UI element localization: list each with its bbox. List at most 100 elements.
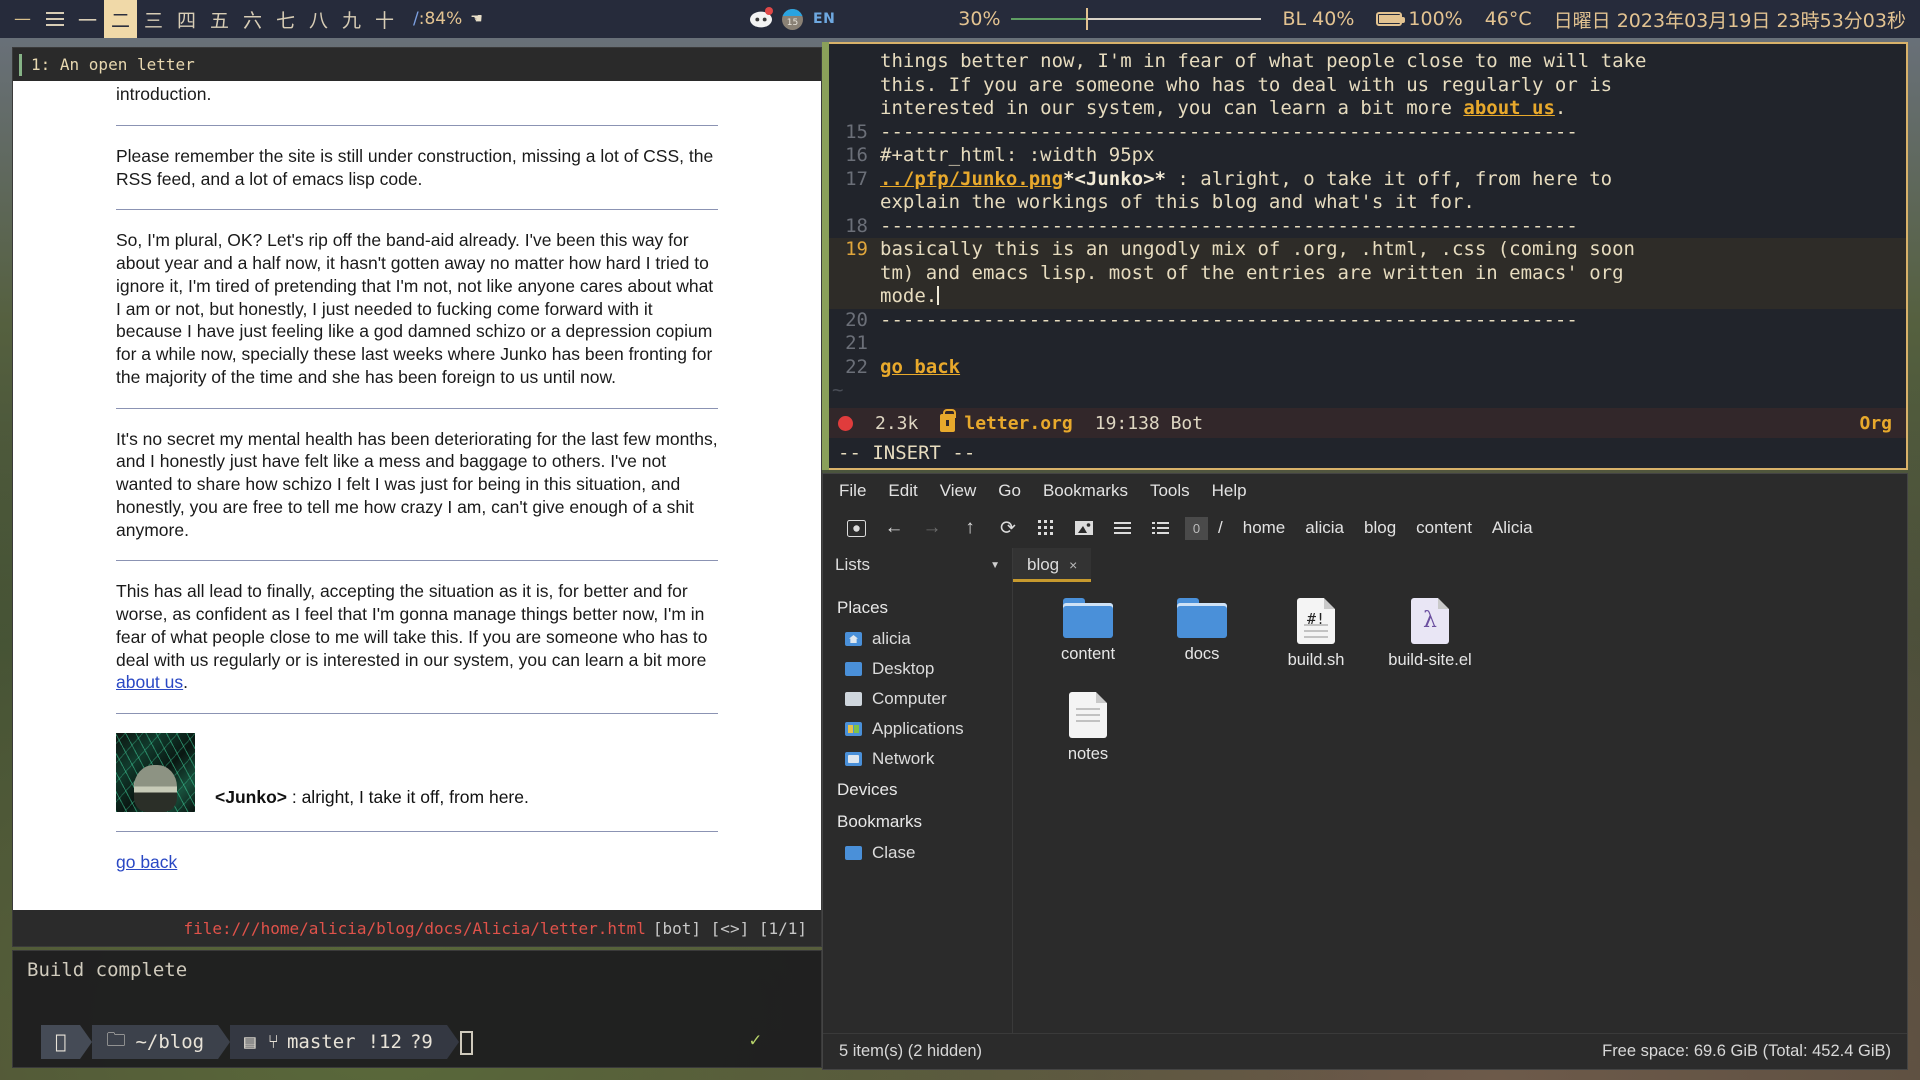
emacs-window[interactable]: things better now, I'm in fear of what p… xyxy=(822,42,1908,470)
org-link-go-back[interactable]: go back xyxy=(880,356,960,378)
menu-hamburger-icon[interactable] xyxy=(39,12,71,26)
detail-view-icon[interactable] xyxy=(1141,513,1179,543)
sidebar-item-clase[interactable]: Clase xyxy=(823,838,1012,868)
menu-tools[interactable]: Tools xyxy=(1150,481,1190,501)
volume-slider[interactable] xyxy=(1010,8,1261,30)
sidebar-item-applications[interactable]: Applications xyxy=(823,714,1012,744)
buffer-line: 16 #+attr_html: :width 95px xyxy=(824,144,1906,168)
workspace-8[interactable]: 八 xyxy=(302,0,335,38)
file-item-notes[interactable]: notes xyxy=(1031,692,1145,764)
workspace-3[interactable]: 三 xyxy=(137,0,170,38)
file-tab-blog[interactable]: blog × xyxy=(1013,548,1092,582)
sidebar-item-label: Network xyxy=(872,749,935,768)
workspace-4[interactable]: 四 xyxy=(170,0,203,38)
terminal-output: Build complete xyxy=(27,959,188,981)
buffer-line: 21 xyxy=(824,332,1906,356)
line-number: 16 xyxy=(845,144,868,166)
sidebar-item-network[interactable]: Network xyxy=(823,744,1012,774)
tray-app-badge: 15 xyxy=(786,17,799,28)
workspace-1[interactable]: 一 xyxy=(71,0,104,38)
menu-file[interactable]: File xyxy=(839,481,866,501)
volume-control[interactable]: 30% xyxy=(958,8,1261,30)
icon-view-icon[interactable] xyxy=(1027,513,1065,543)
sidebar-item-label: Applications xyxy=(872,719,964,738)
workspace-6[interactable]: 六 xyxy=(236,0,269,38)
menu-go[interactable]: Go xyxy=(998,481,1021,501)
battery-percent: 100% xyxy=(1408,8,1463,30)
divider xyxy=(116,831,718,832)
browser-tab-title: 1: An open letter xyxy=(31,55,195,74)
about-us-link[interactable]: about us xyxy=(116,672,183,692)
workspace-5[interactable]: 五 xyxy=(203,0,236,38)
menu-view[interactable]: View xyxy=(940,481,977,501)
workspace-7[interactable]: 七 xyxy=(269,0,302,38)
folder-icon xyxy=(1063,598,1113,638)
menu-bookmarks[interactable]: Bookmarks xyxy=(1043,481,1128,501)
line-speaker-bold: *<Junko>* xyxy=(1063,167,1166,190)
tray-app-icon[interactable]: 15 xyxy=(782,8,803,30)
browser-viewport[interactable]: introduction. Please remember the site i… xyxy=(13,81,821,910)
workspace-2[interactable]: 二 xyxy=(104,0,137,38)
git-untracked-count: ?9 xyxy=(398,1031,433,1053)
sidebar-item-alicia[interactable]: alicia xyxy=(823,624,1012,654)
shell-prompt:  🗀 ~/blog ▤ ⑂ master !12 ?9 xyxy=(41,1025,459,1059)
file-item-build-sh[interactable]: #! build.sh xyxy=(1259,598,1373,670)
breadcrumb-alicia[interactable]: alicia xyxy=(1295,518,1354,538)
file-name: docs xyxy=(1184,645,1220,663)
line-number xyxy=(824,50,880,74)
sidebar-mode-selector[interactable]: Lists ▼ xyxy=(823,548,1013,582)
sidebar-mode-label: Lists xyxy=(835,555,870,574)
file-grid[interactable]: content docs #! build.sh λ build-site.el… xyxy=(1013,582,1907,1033)
thumbnail-view-icon[interactable] xyxy=(1065,513,1103,543)
workspace-9[interactable]: 九 xyxy=(335,0,368,38)
file-manager-sidebar: Places alicia Desktop Computer Applicati… xyxy=(823,582,1013,1033)
workspace-10[interactable]: 十 xyxy=(368,0,401,38)
sidebar-item-desktop[interactable]: Desktop xyxy=(823,654,1012,684)
browser-window: 1: An open letter introduction. Please r… xyxy=(12,47,822,947)
path-entry-toggle[interactable]: 0 xyxy=(1185,516,1208,540)
discord-icon[interactable] xyxy=(750,7,773,30)
breadcrumb-blog[interactable]: blog xyxy=(1354,518,1406,538)
prompt-distro-segment:  xyxy=(41,1025,81,1059)
breadcrumb-content[interactable]: content xyxy=(1406,518,1482,538)
buffer-line: 22 go back xyxy=(824,356,1906,380)
close-icon[interactable]: × xyxy=(1069,557,1077,573)
reload-icon[interactable]: ⟳ xyxy=(989,513,1027,543)
file-item-build-site-el[interactable]: λ build-site.el xyxy=(1373,598,1487,670)
file-name: content xyxy=(1060,645,1116,663)
chevron-down-icon[interactable]: ▼ xyxy=(990,560,1000,571)
browser-tab-bar: 1: An open letter xyxy=(13,48,821,81)
paragraph-acceptance-period: . xyxy=(183,672,189,693)
system-tray: 15 EN xyxy=(750,7,835,30)
sidebar-item-computer[interactable]: Computer xyxy=(823,684,1012,714)
up-arrow-icon[interactable]: ↑ xyxy=(951,513,989,543)
breadcrumb-home[interactable]: home xyxy=(1233,518,1296,538)
breadcrumb-root[interactable]: / xyxy=(1208,518,1233,538)
menu-edit[interactable]: Edit xyxy=(888,481,917,501)
file-item-docs[interactable]: docs xyxy=(1145,598,1259,670)
compact-view-icon[interactable] xyxy=(1103,513,1141,543)
emacs-buffer[interactable]: things better now, I'm in fear of what p… xyxy=(824,44,1906,408)
paragraph-acceptance-text: This has all lead to finally, accepting … xyxy=(116,581,708,670)
buffer-line: this. If you are someone who has to deal… xyxy=(824,74,1906,98)
buffer-line: explain the workings of this blog and wh… xyxy=(824,191,1906,215)
volume-slider-knob[interactable] xyxy=(1085,8,1088,30)
browser-tab-active[interactable]: 1: An open letter xyxy=(19,48,195,81)
keyboard-language-indicator[interactable]: EN xyxy=(813,11,835,27)
breadcrumb-alicia-dir[interactable]: Alicia xyxy=(1482,518,1543,538)
menu-help[interactable]: Help xyxy=(1212,481,1247,501)
terminal-window[interactable]: Build complete  🗀 ~/blog ▤ ⑂ master !12… xyxy=(12,950,822,1068)
sidebar-item-label: Clase xyxy=(872,843,916,862)
volume-slider-fill xyxy=(1010,18,1086,20)
open-terminal-icon[interactable] xyxy=(837,513,875,543)
org-link-about-us[interactable]: about us xyxy=(1463,97,1555,119)
file-item-content[interactable]: content xyxy=(1031,598,1145,670)
back-arrow-icon[interactable]: ← xyxy=(875,513,913,543)
org-link-junko-image[interactable]: ../pfp/Junko.png xyxy=(880,168,1063,190)
paragraph-mental-health: It's no secret my mental health has been… xyxy=(116,428,718,540)
terminal-icon: ▤ xyxy=(232,1031,255,1053)
buffer-line: 15 -------------------------------------… xyxy=(824,121,1906,145)
line-number: 20 xyxy=(845,308,868,331)
line-text-value: mode. xyxy=(880,285,938,307)
go-back-link[interactable]: go back xyxy=(116,852,177,872)
